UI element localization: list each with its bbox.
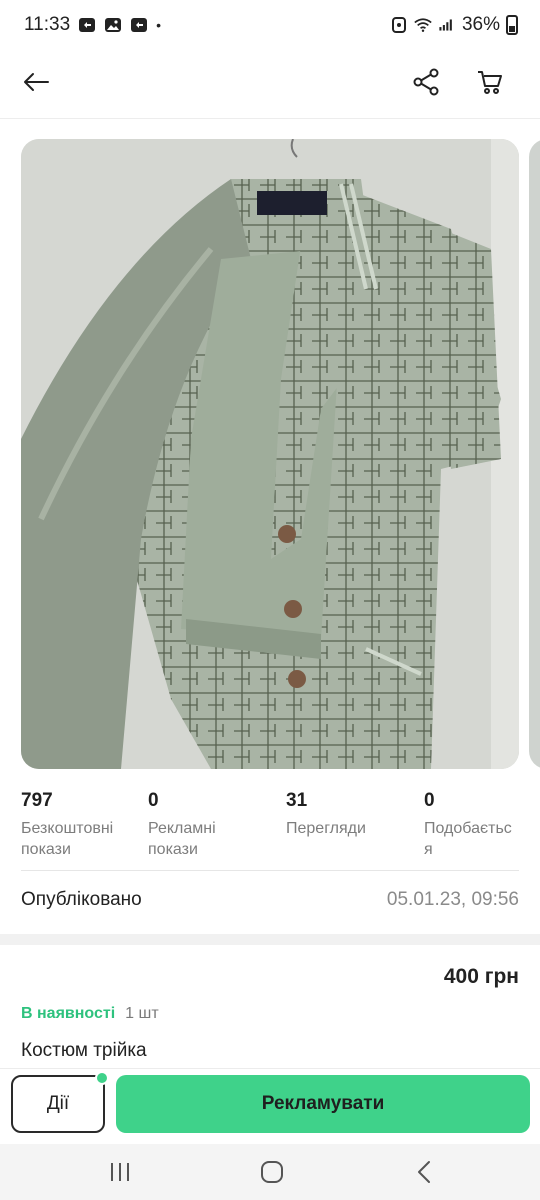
- stat-value: 31: [286, 790, 308, 811]
- availability-row: В наявності 1 шт: [21, 1005, 159, 1023]
- section-separator: [0, 934, 540, 945]
- product-photo-image: [21, 139, 519, 769]
- published-row: Опубліковано 05.01.23, 09:56: [21, 884, 519, 916]
- stat-ad-impressions: 0 Рекламні покази: [148, 790, 238, 860]
- recents-icon[interactable]: [100, 1156, 140, 1188]
- published-date: 05.01.23, 09:56: [386, 889, 519, 910]
- price: 400 грн: [443, 965, 519, 988]
- sync-icon: [390, 16, 408, 34]
- gallery-icon: [104, 16, 122, 34]
- stat-value: 797: [21, 790, 53, 811]
- bottom-action-bar: Дії Рекламувати: [0, 1068, 540, 1144]
- stat-value: 0: [148, 790, 159, 811]
- signal-icon: [438, 16, 456, 34]
- recording-icon: [130, 16, 148, 34]
- stat-free-impressions: 797 Безкоштовні покази: [21, 790, 131, 860]
- system-navigation-bar: [0, 1144, 540, 1200]
- promote-button[interactable]: Рекламувати: [116, 1075, 530, 1133]
- cart-icon[interactable]: [468, 60, 512, 104]
- actions-button[interactable]: Дії: [11, 1075, 105, 1133]
- stat-label: Рекламні покази: [148, 820, 216, 858]
- notification-dot: •: [156, 17, 162, 33]
- stat-label: Подобається: [424, 820, 512, 858]
- published-label: Опубліковано: [21, 889, 142, 910]
- next-photo-preview[interactable]: [529, 139, 540, 769]
- wifi-icon: [414, 16, 432, 34]
- app-bar: [0, 50, 540, 116]
- back-icon[interactable]: [404, 1156, 444, 1188]
- availability-status: В наявності: [21, 1005, 116, 1022]
- status-bar: 11:33 • 36%: [0, 0, 540, 50]
- notification-badge: [95, 1071, 109, 1085]
- stat-views: 31 Перегляди: [286, 790, 396, 839]
- quantity: 1 шт: [125, 1005, 159, 1022]
- battery-icon: [506, 15, 518, 35]
- back-arrow-icon[interactable]: [14, 60, 58, 104]
- app-bar-divider: [0, 118, 540, 119]
- stat-label: Безкоштовні покази: [21, 820, 114, 858]
- stats-divider: [21, 870, 519, 871]
- share-icon[interactable]: [404, 60, 448, 104]
- stat-label: Перегляди: [286, 820, 366, 837]
- product-photo[interactable]: [21, 139, 519, 769]
- stat-value: 0: [424, 790, 435, 811]
- recording-icon: [78, 16, 96, 34]
- listing-title: Костюм трійка: [21, 1040, 147, 1061]
- clock: 11:33: [24, 14, 71, 35]
- battery-percentage: 36%: [461, 14, 500, 35]
- stat-likes: 0 Подобається: [424, 790, 518, 860]
- home-icon[interactable]: [252, 1156, 292, 1188]
